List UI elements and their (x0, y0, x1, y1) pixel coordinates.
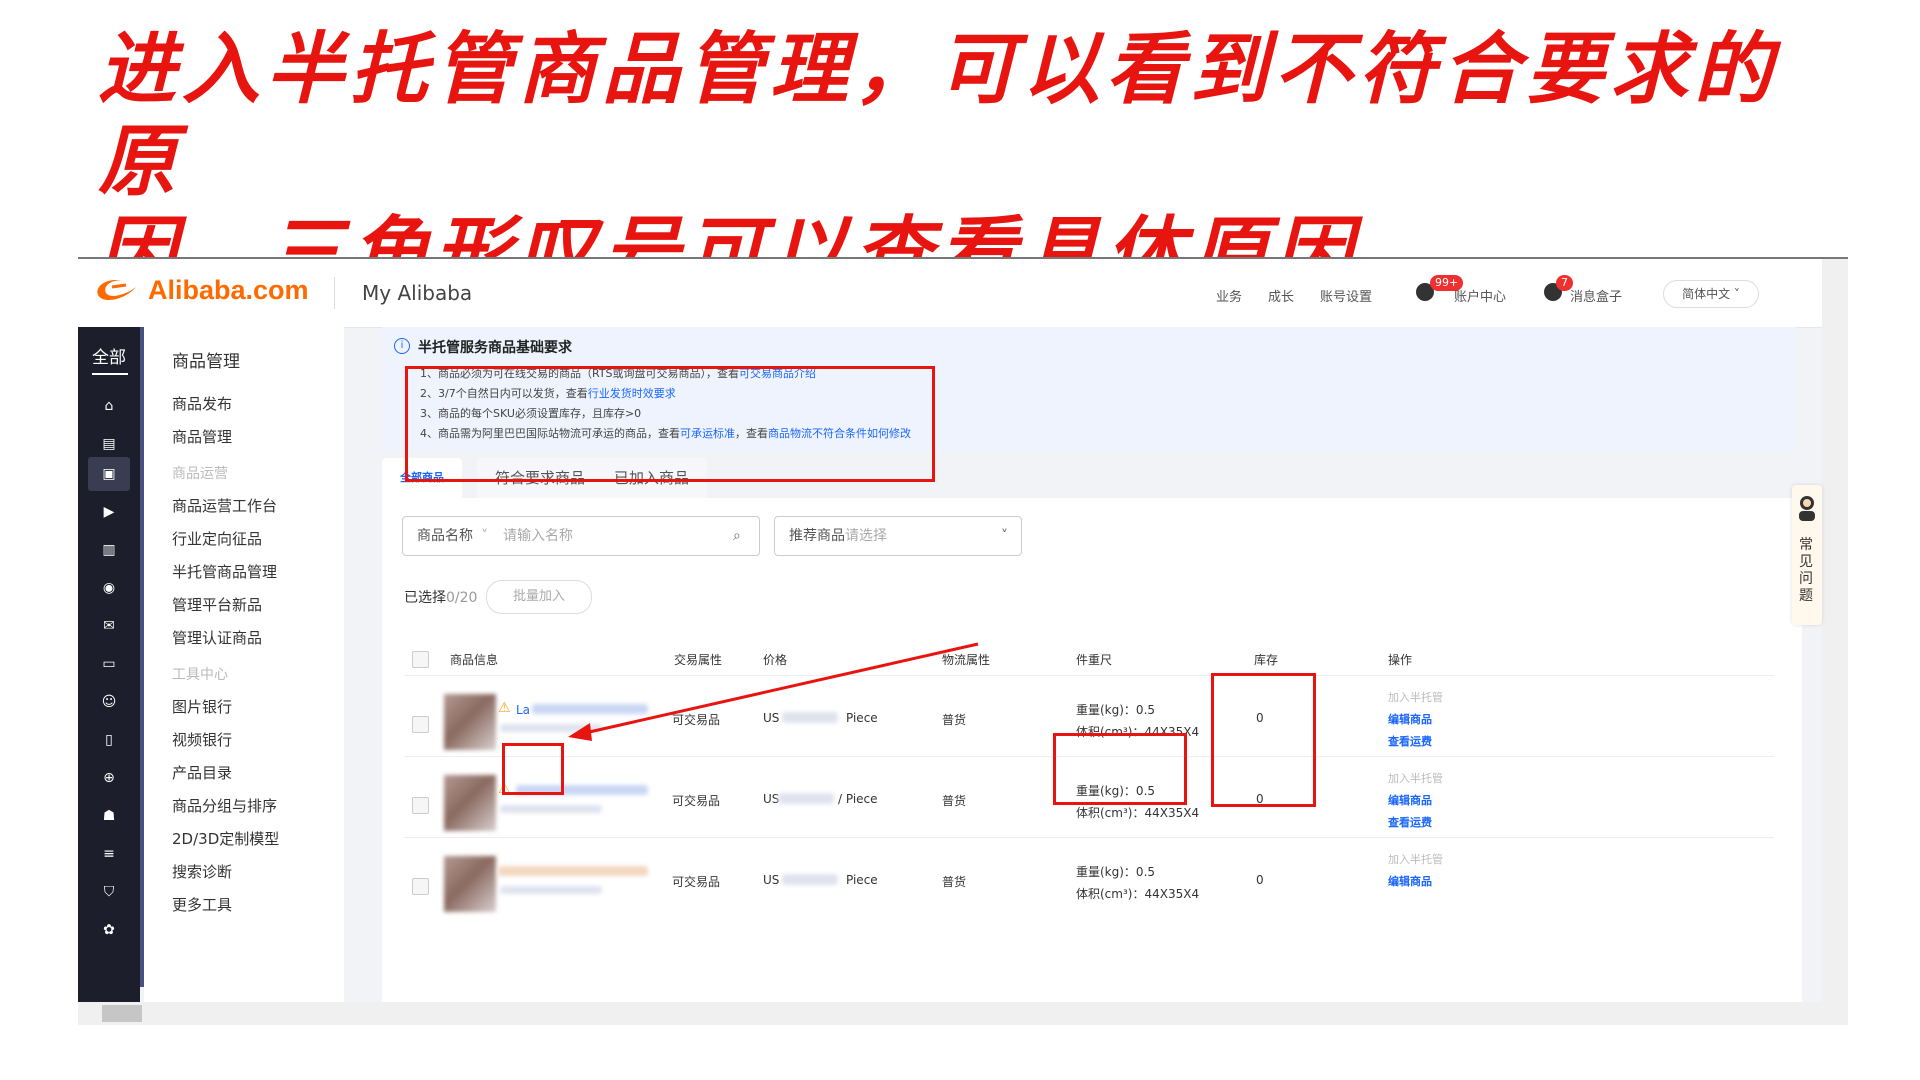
screenshot-frame: Alibaba.com My Alibaba 业务 成长 账号设置 99+ 账户… (78, 257, 1848, 1025)
annotation-arrow (568, 642, 979, 741)
caption-line-1: 进入半托管商品管理，可以看到不符合要求的原 (98, 24, 1779, 207)
